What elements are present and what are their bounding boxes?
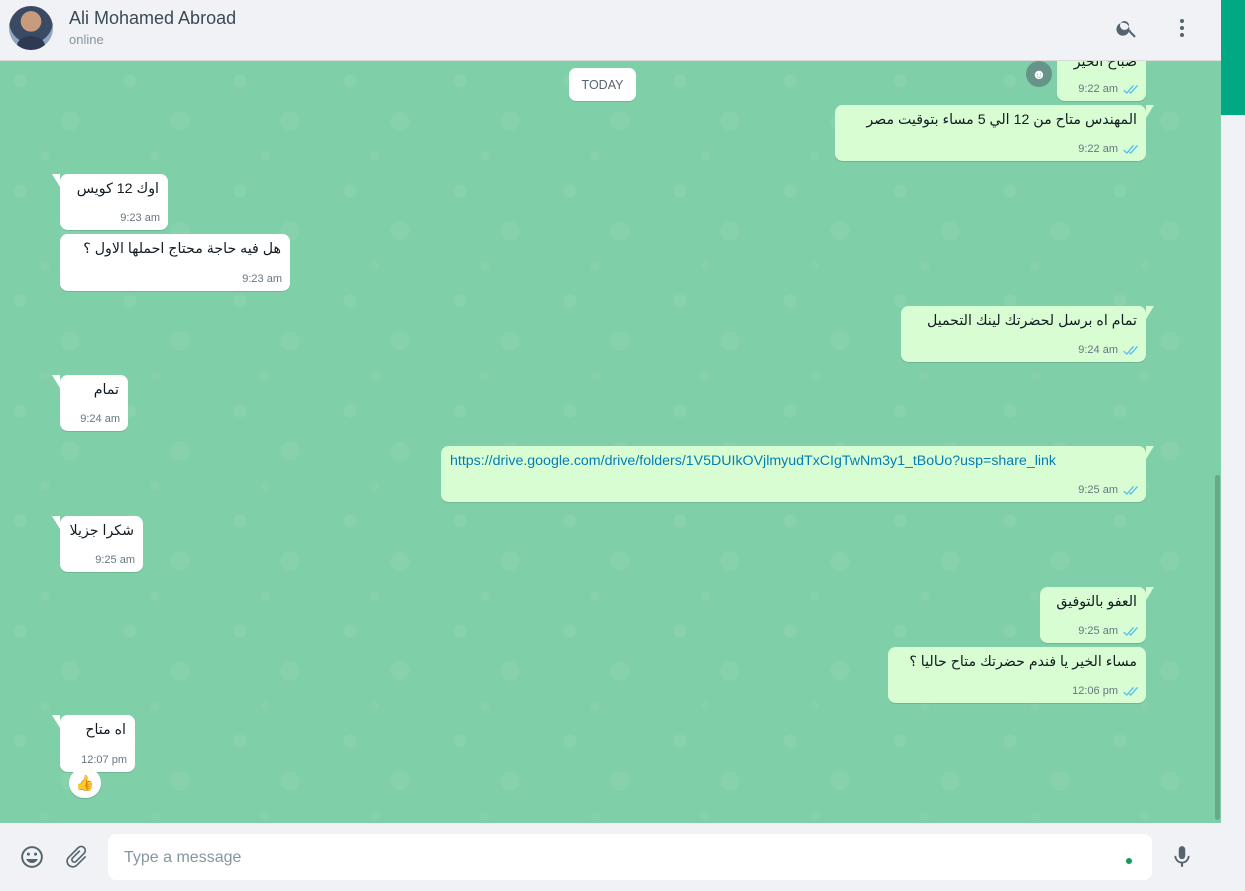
kebab-menu-icon[interactable] [1169, 15, 1195, 41]
message-text: اه متاح [85, 722, 126, 738]
message-outgoing[interactable]: مساء الخير يا فندم حضرتك متاح حاليا ؟ 12… [888, 647, 1146, 703]
microphone-icon[interactable] [1168, 843, 1196, 871]
message-time: 9:25 am [1078, 625, 1118, 637]
message-meta: 9:25 am [1078, 625, 1138, 637]
message-outgoing[interactable]: تمام اه برسل لحضرتك لينك التحميل 9:24 am [901, 306, 1154, 362]
message-meta: 9:24 am [1078, 344, 1138, 356]
right-edge-panel [1221, 0, 1245, 891]
contact-status: online [69, 32, 104, 47]
message-incoming[interactable]: هل فيه حاجة محتاج احملها الاول ؟ 9:23 am [60, 234, 290, 291]
thumbs-up-reaction[interactable]: 👍 [69, 768, 101, 798]
message-outgoing[interactable]: العفو بالتوفيق 9:25 am [1040, 587, 1154, 643]
message-time: 9:24 am [1078, 344, 1118, 356]
message-text: اوك 12 كويس [76, 181, 159, 197]
message-link[interactable]: https://drive.google.com/drive/folders/1… [450, 452, 1137, 471]
message-text: هل فيه حاجة محتاج احملها الاول ؟ [83, 241, 281, 257]
message-meta: 9:23 am [242, 273, 282, 285]
message-time: 9:24 am [80, 413, 120, 425]
message-time: 12:07 pm [81, 754, 127, 766]
message-text: مساء الخير يا فندم حضرتك متاح حاليا ؟ [909, 654, 1137, 670]
chat-header[interactable]: Ali Mohamed Abroad online [0, 0, 1221, 61]
scrollbar-thumb[interactable] [1215, 475, 1220, 820]
message-text: العفو بالتوفيق [1056, 594, 1137, 610]
message-meta: 9:24 am [80, 413, 120, 425]
read-ticks-icon [1122, 626, 1138, 637]
message-outgoing[interactable]: صباح الخير 9:22 am [1057, 61, 1146, 101]
message-input[interactable] [122, 834, 1116, 882]
message-input-box[interactable] [108, 834, 1152, 882]
message-text: شكرا جزيلا [69, 523, 134, 539]
message-text: تمام [93, 382, 119, 398]
message-meta: 12:06 pm [1072, 685, 1138, 697]
message-list[interactable]: TODAY صباح الخير 9:22 am ☻ المهندس متاح … [0, 61, 1221, 823]
message-text: صباح الخير [1073, 61, 1137, 70]
accent-bar [1221, 0, 1245, 115]
grammar-extension-dot-icon[interactable] [1126, 858, 1132, 864]
composer-bar [0, 823, 1221, 891]
emoji-icon[interactable] [18, 843, 46, 871]
message-time: 9:25 am [1078, 484, 1118, 496]
paperclip-icon[interactable] [63, 843, 91, 871]
read-ticks-icon [1122, 345, 1138, 356]
emoji-reaction-icon[interactable]: ☻ [1026, 61, 1052, 87]
whatsapp-web-window: Ali Mohamed Abroad online TODAY صباح الخ… [0, 0, 1245, 891]
message-meta: 12:07 pm [81, 754, 127, 766]
message-time: 9:25 am [95, 554, 135, 566]
message-incoming[interactable]: اوك 12 كويس 9:23 am [52, 174, 168, 230]
message-outgoing[interactable]: المهندس متاح من 12 الي 5 مساء بتوقيت مصر… [835, 105, 1154, 161]
message-time: 12:06 pm [1072, 685, 1118, 697]
message-outgoing-link[interactable]: https://drive.google.com/drive/folders/1… [441, 446, 1154, 502]
contact-name[interactable]: Ali Mohamed Abroad [69, 8, 236, 29]
read-ticks-icon [1122, 686, 1138, 697]
day-separator: TODAY [569, 68, 636, 101]
message-meta: 9:22 am [1078, 83, 1138, 95]
message-text: تمام اه برسل لحضرتك لينك التحميل [926, 313, 1137, 329]
avatar[interactable] [9, 6, 53, 50]
search-icon[interactable] [1114, 15, 1140, 41]
message-time: 9:23 am [120, 212, 160, 224]
message-incoming[interactable]: شكرا جزيلا 9:25 am [52, 516, 143, 572]
message-meta: 9:25 am [95, 554, 135, 566]
message-time: 9:23 am [242, 273, 282, 285]
read-ticks-icon [1122, 84, 1138, 95]
read-ticks-icon [1122, 144, 1138, 155]
message-incoming[interactable]: تمام 9:24 am [52, 375, 128, 431]
message-text: المهندس متاح من 12 الي 5 مساء بتوقيت مصر [866, 112, 1137, 128]
message-incoming[interactable]: اه متاح 12:07 pm [52, 715, 135, 772]
read-ticks-icon [1122, 485, 1138, 496]
message-meta: 9:22 am [1078, 143, 1138, 155]
message-time: 9:22 am [1078, 143, 1118, 155]
message-meta: 9:23 am [120, 212, 160, 224]
message-meta: 9:25 am [1078, 484, 1138, 496]
message-time: 9:22 am [1078, 83, 1118, 95]
